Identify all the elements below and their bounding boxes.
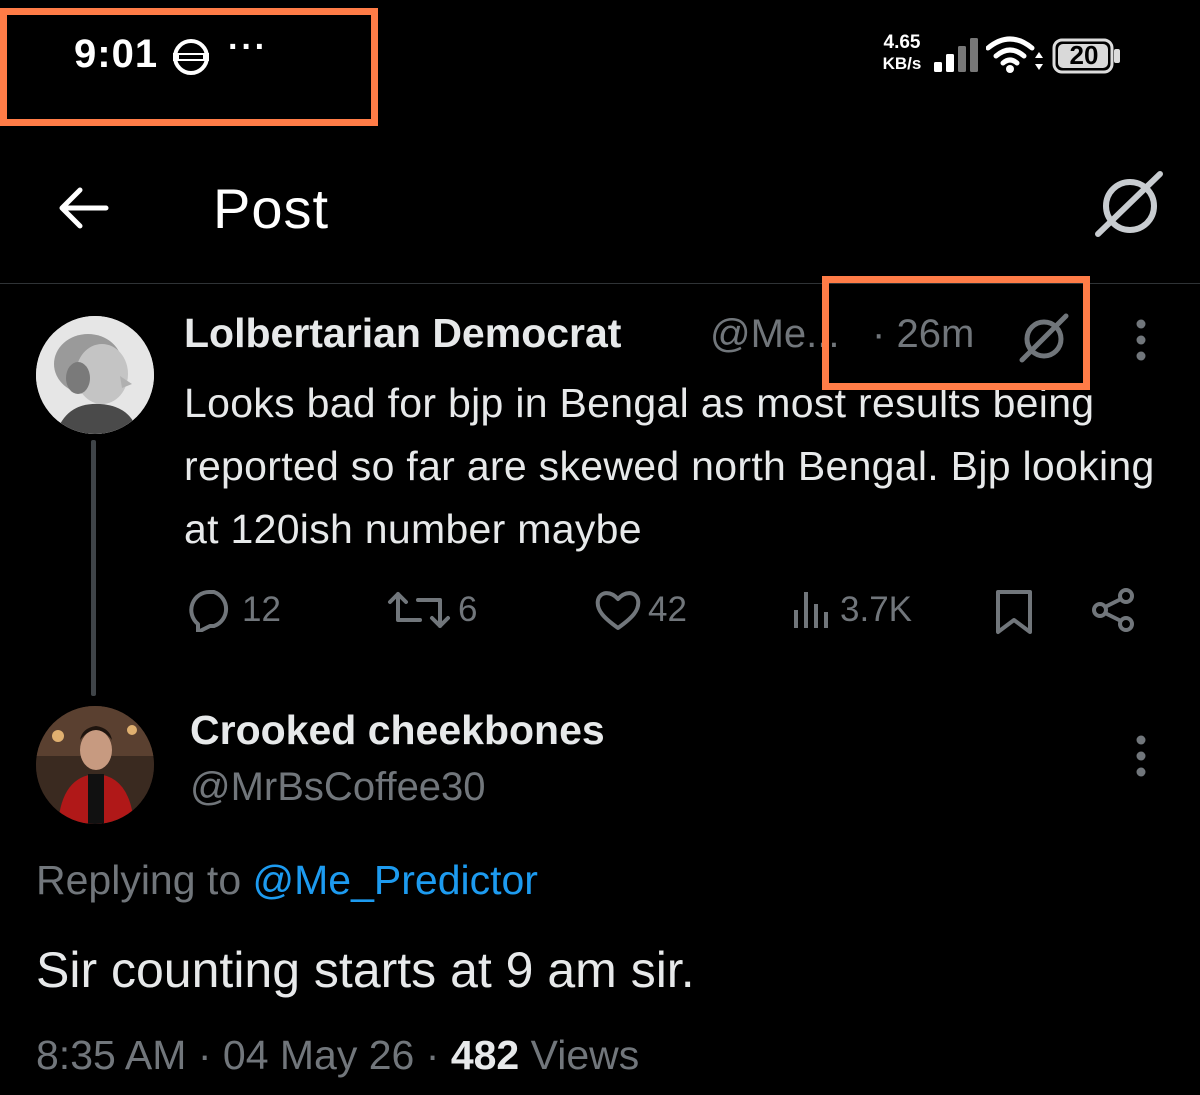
reply-count: 12 xyxy=(242,590,281,629)
bookmark-icon xyxy=(996,590,1032,634)
bookmark-button[interactable] xyxy=(994,588,1034,636)
meta-separator: · xyxy=(197,1032,212,1078)
meta-separator: · xyxy=(425,1032,440,1078)
replying-to: Replying to @Me_Predictor xyxy=(36,857,538,904)
repost-button[interactable]: 6 xyxy=(386,588,477,632)
highlight-box-inner-mask xyxy=(829,283,1083,286)
avatar[interactable] xyxy=(36,316,154,434)
reply-date[interactable]: 04 May 26 xyxy=(223,1032,414,1078)
reply-time[interactable]: 8:35 AM xyxy=(36,1032,186,1078)
back-button[interactable] xyxy=(56,180,112,236)
grok-icon xyxy=(1095,171,1163,237)
battery-level: 20 xyxy=(1069,40,1099,70)
reply-author-name[interactable]: Crooked cheekbones xyxy=(190,707,605,754)
net-speed-unit: KB/s xyxy=(882,53,922,73)
wifi-icon xyxy=(985,36,1044,81)
reply-icon xyxy=(189,589,229,632)
more-vertical-icon xyxy=(1136,319,1146,361)
share-button[interactable] xyxy=(1090,586,1138,634)
page-title: Post xyxy=(213,177,330,240)
net-speed: 4.65 KB/s xyxy=(876,32,928,73)
post-text: Looks bad for bjp in Bengal as most resu… xyxy=(184,380,1155,552)
author-name[interactable]: Lolbertarian Democrat xyxy=(184,310,621,357)
author-photo-image xyxy=(36,706,154,824)
repost-count: 6 xyxy=(458,590,478,629)
post-meta: 8:35 AM · 04 May 26 · 482 Views xyxy=(36,1032,639,1079)
grok-button[interactable] xyxy=(1094,168,1166,245)
highlight-box-status-time xyxy=(0,8,378,126)
more-options-button[interactable] xyxy=(1124,318,1158,367)
thread-line xyxy=(91,440,96,696)
back-arrow-icon xyxy=(59,187,109,229)
views-button[interactable]: 3.7K xyxy=(790,588,912,632)
more-vertical-icon xyxy=(1136,735,1146,777)
reply-text: Sir counting starts at 9 am sir. xyxy=(36,942,695,998)
share-icon xyxy=(1092,588,1134,632)
more-options-button[interactable] xyxy=(1124,734,1158,783)
replying-to-mention[interactable]: @Me_Predictor xyxy=(253,857,538,903)
author-handle[interactable]: @Me... xyxy=(710,312,840,357)
reply-button[interactable]: 12 xyxy=(188,588,281,632)
reply-views-count[interactable]: 482 xyxy=(451,1032,519,1078)
views-count: 3.7K xyxy=(840,590,912,629)
net-speed-value: 4.65 xyxy=(883,32,921,53)
replying-prefix: Replying to xyxy=(36,857,253,903)
highlight-box-timestamp xyxy=(822,276,1090,390)
repost-icon xyxy=(388,592,450,628)
author-portrait-image xyxy=(36,316,154,434)
reply-views-label: Views xyxy=(530,1032,640,1078)
avatar[interactable] xyxy=(36,706,154,824)
reply-author-handle[interactable]: @MrBsCoffee30 xyxy=(190,765,486,810)
views-chart-icon xyxy=(794,592,828,628)
signal-icon xyxy=(934,38,980,79)
like-button[interactable]: 42 xyxy=(594,588,687,632)
heart-icon xyxy=(595,591,641,630)
like-count: 42 xyxy=(648,590,687,629)
